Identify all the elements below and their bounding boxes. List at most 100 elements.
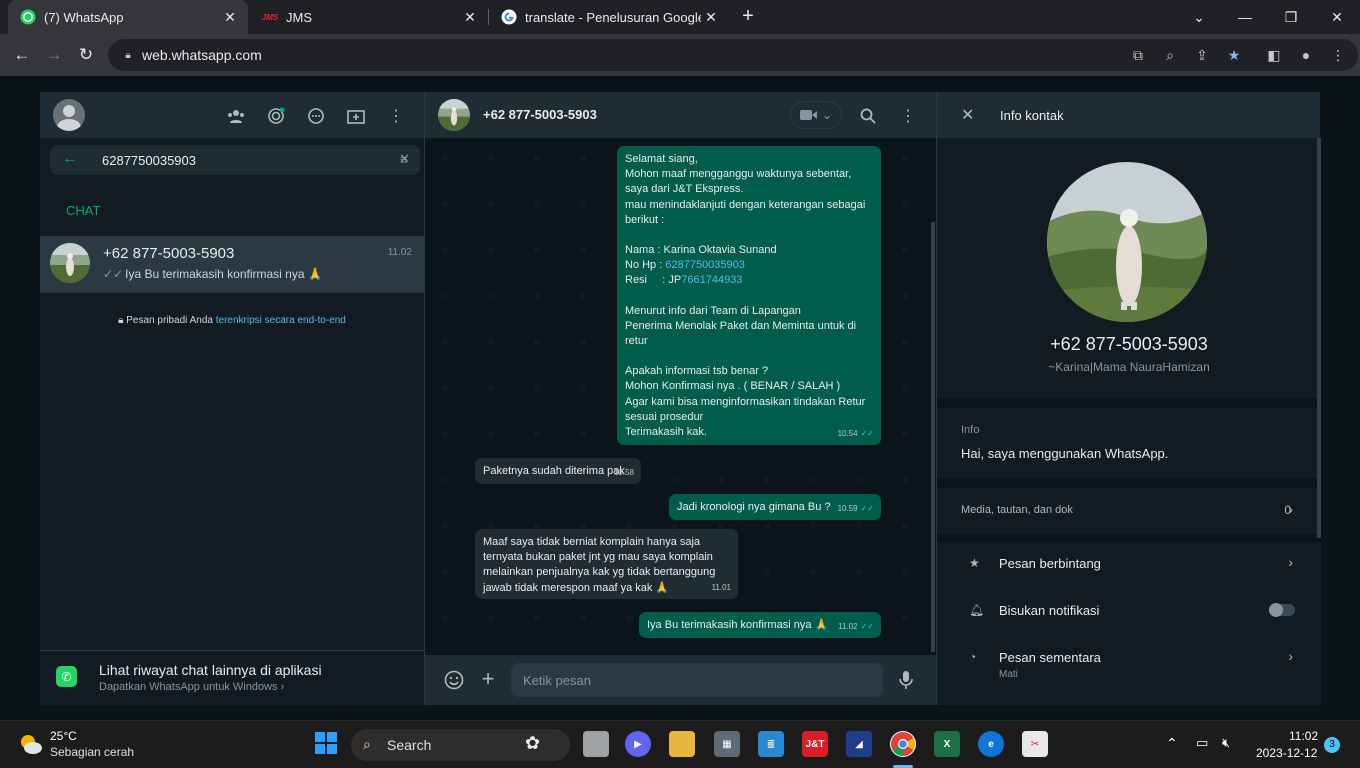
message-bubble-out[interactable]: Selamat siang, Mohon maaf mengganggu wak…	[617, 146, 881, 445]
tab-close-icon[interactable]: ✕	[460, 9, 480, 26]
search-icon[interactable]	[857, 105, 879, 127]
tab-close-icon[interactable]: ✕	[701, 9, 721, 26]
bookmark-star-icon[interactable]: ★	[1224, 45, 1244, 65]
forward-icon[interactable]: →	[40, 41, 68, 69]
notification-badge[interactable]: 3	[1324, 737, 1340, 753]
microphone-icon[interactable]	[895, 669, 917, 691]
back-arrow-icon[interactable]: ←	[62, 150, 78, 168]
encryption-note: 🔒︎ Pesan pribadi Anda terenkripsi secara…	[118, 315, 346, 326]
jnt-app-icon[interactable]: J&T	[802, 731, 828, 757]
snipping-tool-icon[interactable]: ✂	[1022, 731, 1048, 757]
communities-icon[interactable]	[225, 105, 247, 127]
tab-google[interactable]: translate - Penelusuran Google ✕	[489, 0, 729, 34]
browser-window: (7) WhatsApp ✕ JMS JMS ✕ translate - Pen…	[0, 0, 1360, 720]
new-tab-button[interactable]: +	[737, 5, 759, 27]
back-icon[interactable]: ←	[8, 41, 36, 69]
address-bar[interactable]: 🔒︎ web.whatsapp.com ⧉ ⌕ ⇪ ★ ◧ ● ⋮	[108, 39, 1360, 71]
app-icon[interactable]: ◢	[846, 731, 872, 757]
message-placeholder[interactable]: Ketik pesan	[523, 673, 591, 688]
weather-desc[interactable]: Sebagian cerah	[50, 745, 134, 759]
contact-name[interactable]: +62 877-5003-5903	[483, 107, 597, 122]
banner-title: Lihat riwayat chat lainnya di aplikasi	[99, 662, 322, 678]
network-icon[interactable]: ▭	[1196, 735, 1208, 751]
message-list[interactable]: Selamat siang, Mohon maaf mengganggu wak…	[425, 138, 936, 655]
chevron-up-icon[interactable]: ⌃	[1166, 735, 1178, 752]
message-bubble-out[interactable]: Iya Bu terimakasih konfirmasi nya 🙏 11.0…	[639, 612, 881, 638]
menu-icon[interactable]: ⋮	[897, 105, 919, 127]
mute-notifications-item[interactable]: 🔔︎ Bisukan notifikasi	[937, 589, 1321, 635]
mute-toggle[interactable]	[1269, 603, 1295, 617]
video-call-button[interactable]: ⌄	[790, 101, 842, 129]
whatsapp-app: ⋮ ← 6287750035903 ✕ ≡ CHAT +62 877-5003-…	[40, 92, 1321, 705]
edge-icon[interactable]: e	[978, 731, 1004, 757]
avatar[interactable]	[53, 99, 85, 131]
lock-icon[interactable]: 🔒︎	[118, 45, 138, 65]
windows-taskbar: 25°C Sebagian cerah ⌕ Search ✿ ▶ ▦ ≣ J&T…	[0, 720, 1360, 768]
disappearing-messages-item[interactable]: ◔ Pesan sementara Mati ›	[937, 636, 1321, 682]
message-bubble-in[interactable]: Maaf saya tidak berniat komplain hanya s…	[475, 529, 738, 599]
attach-plus-icon[interactable]: +	[477, 666, 499, 691]
media-links-docs-row[interactable]: Media, tautan, dan dok 0 ›	[937, 488, 1321, 534]
scrollbar[interactable]	[1317, 138, 1321, 538]
close-window-icon[interactable]: ✕	[1314, 0, 1360, 34]
taskbar-search[interactable]: ⌕ Search ✿	[351, 729, 570, 761]
search-value[interactable]: 6287750035903	[102, 153, 196, 168]
status-icon[interactable]	[265, 105, 287, 127]
resi-link[interactable]: 7661744933	[681, 274, 742, 286]
encryption-link[interactable]: terenkripsi secara end-to-end	[216, 315, 346, 326]
notepad-icon[interactable]: ≣	[758, 731, 784, 757]
profile-photo[interactable]	[1047, 162, 1207, 322]
reload-icon[interactable]: ↻	[72, 41, 100, 69]
filter-icon[interactable]: ≡	[400, 152, 408, 167]
excel-icon[interactable]: X	[934, 731, 960, 757]
calculator-icon[interactable]: ▦	[714, 731, 740, 757]
url-text[interactable]: web.whatsapp.com	[142, 47, 262, 63]
teams-chat-icon[interactable]: ▶	[625, 731, 651, 757]
chat-name: +62 877-5003-5903	[103, 245, 235, 262]
avatar	[50, 243, 90, 283]
starred-messages-item[interactable]: ★ Pesan berbintang ›	[937, 542, 1321, 588]
menu-icon[interactable]: ⋮	[385, 105, 407, 127]
conversation-header[interactable]: +62 877-5003-5903 ⌄ ⋮	[425, 92, 936, 138]
weather-icon[interactable]	[16, 731, 44, 762]
list-item[interactable]: +62 877-5003-5903 11.02 ✓✓ Iya Bu terimak…	[40, 236, 424, 293]
zoom-icon[interactable]: ⌕	[1160, 45, 1180, 65]
restore-icon[interactable]: ❐	[1268, 0, 1314, 34]
chrome-icon[interactable]	[890, 731, 916, 757]
phone-link[interactable]: 6287750035903	[665, 259, 745, 271]
file-explorer-icon[interactable]	[669, 731, 695, 757]
avatar[interactable]	[438, 99, 470, 131]
clock-date[interactable]: 2023-12-12	[1256, 746, 1317, 760]
message-bubble-out[interactable]: Jadi kronologi nya gimana Bu ? 10.59 ✓✓	[669, 494, 881, 520]
scrollbar[interactable]	[931, 222, 935, 652]
open-in-app-icon[interactable]: ⧉	[1128, 45, 1148, 65]
start-windows-icon[interactable]	[314, 731, 338, 755]
share-icon[interactable]: ⇪	[1192, 45, 1212, 65]
task-view-icon[interactable]	[583, 731, 609, 757]
new-chat-icon[interactable]	[345, 105, 367, 127]
tab-search-icon[interactable]: ⌄	[1176, 0, 1222, 34]
speaker-muted-icon[interactable]: 🔇︎	[1222, 735, 1230, 751]
read-ticks-icon: ✓✓	[860, 621, 874, 631]
weather-temp[interactable]: 25°C	[50, 729, 77, 743]
search-input[interactable]: ← 6287750035903 ✕	[50, 145, 420, 175]
message-bubble-in[interactable]: Paketnya sudah diterima pak 10.58	[475, 458, 641, 484]
side-panel-icon[interactable]: ◧	[1264, 45, 1284, 65]
close-icon[interactable]: ✕	[961, 105, 974, 125]
message-text: Maaf saya tidak berniat komplain hanya s…	[483, 536, 716, 594]
tab-whatsapp[interactable]: (7) WhatsApp ✕	[8, 0, 248, 34]
banner-subtitle[interactable]: Dapatkan WhatsApp untuk Windows ›	[99, 681, 284, 693]
tab-strip: (7) WhatsApp ✕ JMS JMS ✕ translate - Pen…	[0, 0, 1360, 34]
profile-icon[interactable]: ●	[1296, 45, 1316, 65]
tab-title: translate - Penelusuran Google	[525, 9, 701, 25]
menu-kebab-icon[interactable]: ⋮	[1328, 45, 1348, 65]
message-input[interactable]: Ketik pesan	[511, 663, 883, 697]
chevron-right-icon: ›	[1288, 554, 1293, 570]
emoji-icon[interactable]	[443, 669, 465, 691]
minimize-icon[interactable]: —	[1222, 0, 1268, 34]
tab-jms[interactable]: JMS JMS ✕	[250, 0, 488, 34]
tab-close-icon[interactable]: ✕	[220, 9, 240, 26]
clock-time[interactable]: 11:02	[1289, 729, 1318, 743]
download-app-banner[interactable]: ✆ Lihat riwayat chat lainnya di aplikasi…	[40, 650, 424, 705]
channels-icon[interactable]	[305, 105, 327, 127]
